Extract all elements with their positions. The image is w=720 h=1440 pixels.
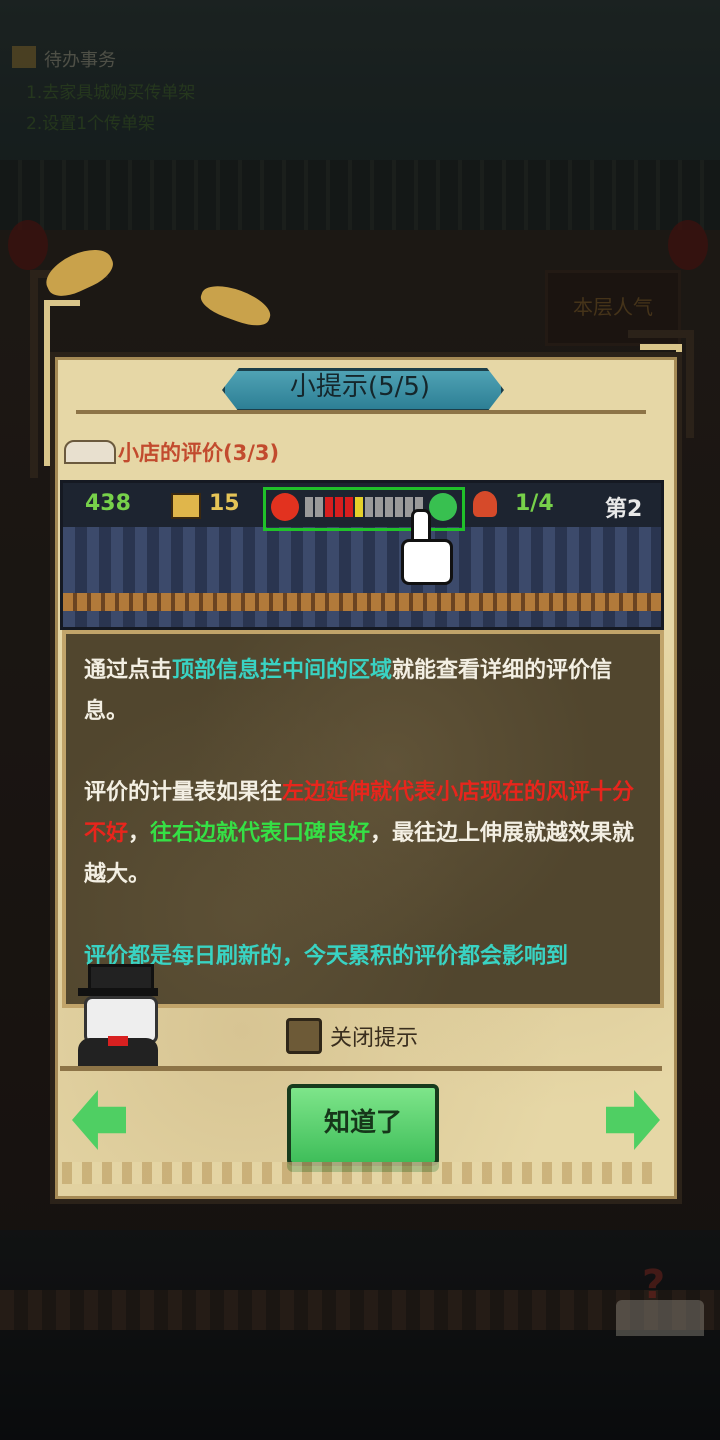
rating-meter-segment xyxy=(385,497,393,517)
divider xyxy=(76,410,646,414)
tip-text-panel: 通过点击顶部信息拦中间的区域就能查看详细的评价信息。 评价的计量表如果往左边延伸… xyxy=(62,630,664,1008)
day-label: 第2 xyxy=(605,497,643,522)
rating-meter-segment xyxy=(335,497,343,517)
open-book-icon xyxy=(64,440,116,464)
text-span: 通过点击 xyxy=(84,658,173,683)
text-span: 评价的计量表如果往 xyxy=(84,780,283,805)
rating-meter-segment xyxy=(345,497,353,517)
guest-count: 1/4 xyxy=(515,491,554,516)
highlight-text: 顶部信息拦中间的区域 xyxy=(172,658,393,683)
guest-icon xyxy=(473,491,497,517)
rating-meter-segment xyxy=(355,497,363,517)
dialog-title: 小提示(5/5) xyxy=(289,372,431,402)
coin-value: 15 xyxy=(209,491,240,516)
rating-meter-segment xyxy=(325,497,333,517)
highlight-text-positive: 往右边就代表口碑良好 xyxy=(150,821,371,846)
rating-meter-segment xyxy=(305,497,313,517)
rating-meter-segment xyxy=(375,497,383,517)
tip-paragraph-2: 评价的计量表如果往左边延伸就代表小店现在的风评十分不好，往右边就代表口碑良好，最… xyxy=(84,772,644,895)
preview-rail xyxy=(63,593,661,611)
shopkeeper-avatar xyxy=(70,960,170,1070)
divider xyxy=(60,1066,662,1071)
preview-floor xyxy=(63,527,661,627)
pointer-hand-icon xyxy=(393,509,453,585)
got-it-label: 知道了 xyxy=(323,1108,402,1138)
got-it-button[interactable]: 知道了 xyxy=(287,1084,439,1166)
tutorial-preview-image: 438 15 1/4 第2 xyxy=(60,480,664,630)
close-tips-label[interactable]: 关闭提示 xyxy=(330,1020,418,1052)
close-tips-checkbox[interactable] xyxy=(286,1018,322,1054)
dialog-bottom-trim xyxy=(62,1162,662,1184)
dialog-subtitle: 小店的评价(3/3) xyxy=(118,441,280,465)
tip-paragraph-1: 通过点击顶部信息拦中间的区域就能查看详细的评价信息。 xyxy=(84,650,644,732)
angry-face-icon xyxy=(271,493,299,521)
money-value: 438 xyxy=(85,491,131,516)
text-span: ， xyxy=(128,821,151,846)
rating-meter-segment xyxy=(315,497,323,517)
coin-icon xyxy=(171,493,201,519)
rating-meter-segment xyxy=(365,497,373,517)
